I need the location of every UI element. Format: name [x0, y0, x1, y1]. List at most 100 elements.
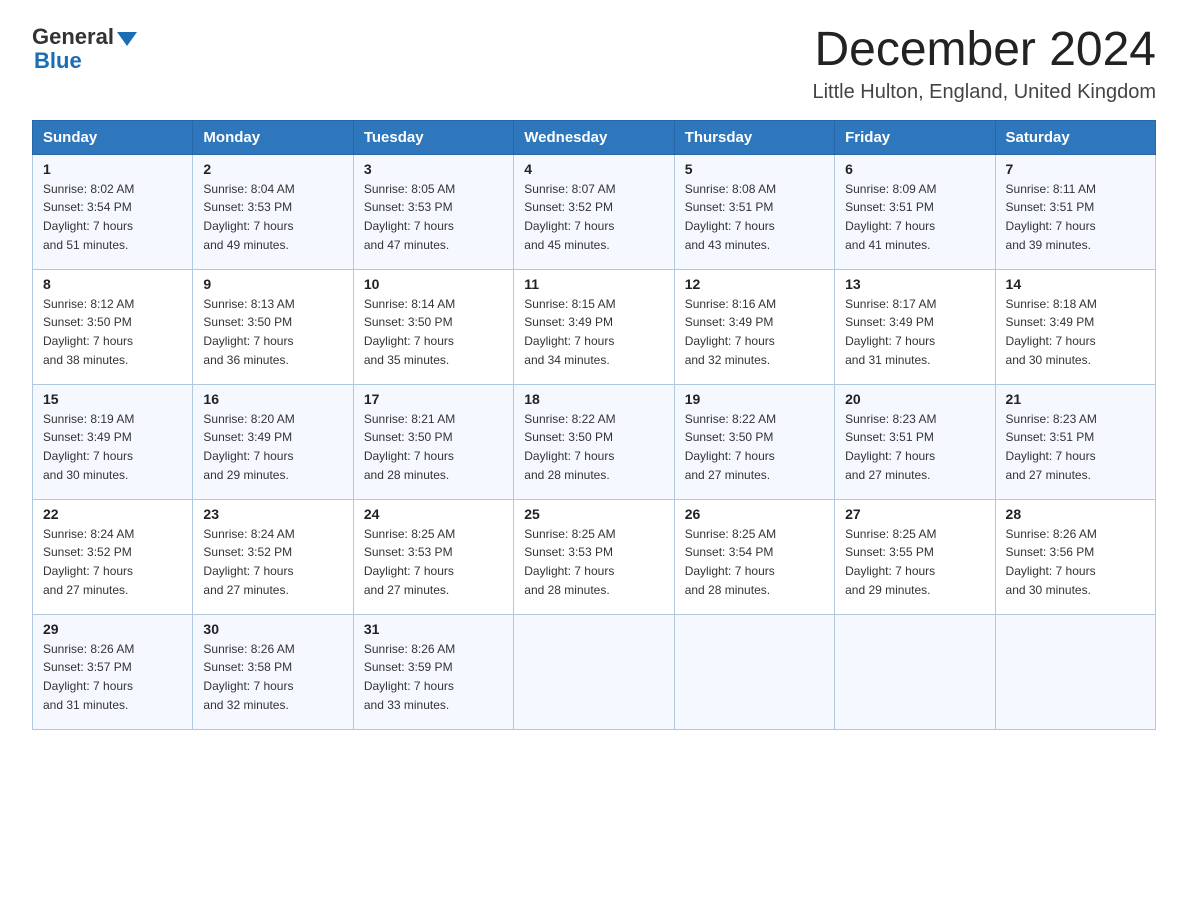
calendar-cell: 12 Sunrise: 8:16 AMSunset: 3:49 PMDaylig…	[674, 269, 834, 384]
day-info: Sunrise: 8:26 AMSunset: 3:58 PMDaylight:…	[203, 642, 294, 712]
col-saturday: Saturday	[995, 120, 1155, 154]
month-title: December 2024	[812, 24, 1156, 77]
day-info: Sunrise: 8:23 AMSunset: 3:51 PMDaylight:…	[1006, 412, 1097, 482]
calendar-cell: 26 Sunrise: 8:25 AMSunset: 3:54 PMDaylig…	[674, 499, 834, 614]
day-info: Sunrise: 8:18 AMSunset: 3:49 PMDaylight:…	[1006, 297, 1097, 367]
calendar-header: Sunday Monday Tuesday Wednesday Thursday…	[33, 120, 1156, 154]
day-number: 30	[203, 621, 342, 637]
day-info: Sunrise: 8:16 AMSunset: 3:49 PMDaylight:…	[685, 297, 776, 367]
col-monday: Monday	[193, 120, 353, 154]
day-info: Sunrise: 8:20 AMSunset: 3:49 PMDaylight:…	[203, 412, 294, 482]
day-info: Sunrise: 8:22 AMSunset: 3:50 PMDaylight:…	[524, 412, 615, 482]
calendar-cell: 20 Sunrise: 8:23 AMSunset: 3:51 PMDaylig…	[835, 384, 995, 499]
day-number: 6	[845, 161, 984, 177]
day-number: 20	[845, 391, 984, 407]
title-area: December 2024 Little Hulton, England, Un…	[812, 24, 1156, 104]
col-friday: Friday	[835, 120, 995, 154]
calendar-cell: 30 Sunrise: 8:26 AMSunset: 3:58 PMDaylig…	[193, 614, 353, 729]
calendar-cell: 1 Sunrise: 8:02 AMSunset: 3:54 PMDayligh…	[33, 154, 193, 269]
day-number: 31	[364, 621, 503, 637]
day-info: Sunrise: 8:25 AMSunset: 3:55 PMDaylight:…	[845, 527, 936, 597]
calendar-week-2: 8 Sunrise: 8:12 AMSunset: 3:50 PMDayligh…	[33, 269, 1156, 384]
calendar-cell: 11 Sunrise: 8:15 AMSunset: 3:49 PMDaylig…	[514, 269, 674, 384]
day-number: 26	[685, 506, 824, 522]
day-info: Sunrise: 8:13 AMSunset: 3:50 PMDaylight:…	[203, 297, 294, 367]
calendar-week-1: 1 Sunrise: 8:02 AMSunset: 3:54 PMDayligh…	[33, 154, 1156, 269]
day-number: 12	[685, 276, 824, 292]
day-number: 1	[43, 161, 182, 177]
day-info: Sunrise: 8:17 AMSunset: 3:49 PMDaylight:…	[845, 297, 936, 367]
day-number: 2	[203, 161, 342, 177]
day-info: Sunrise: 8:09 AMSunset: 3:51 PMDaylight:…	[845, 182, 936, 252]
day-number: 24	[364, 506, 503, 522]
calendar-cell: 22 Sunrise: 8:24 AMSunset: 3:52 PMDaylig…	[33, 499, 193, 614]
calendar-cell: 15 Sunrise: 8:19 AMSunset: 3:49 PMDaylig…	[33, 384, 193, 499]
calendar-cell: 3 Sunrise: 8:05 AMSunset: 3:53 PMDayligh…	[353, 154, 513, 269]
day-number: 18	[524, 391, 663, 407]
day-info: Sunrise: 8:08 AMSunset: 3:51 PMDaylight:…	[685, 182, 776, 252]
calendar-cell: 10 Sunrise: 8:14 AMSunset: 3:50 PMDaylig…	[353, 269, 513, 384]
calendar-body: 1 Sunrise: 8:02 AMSunset: 3:54 PMDayligh…	[33, 154, 1156, 729]
day-number: 13	[845, 276, 984, 292]
day-info: Sunrise: 8:14 AMSunset: 3:50 PMDaylight:…	[364, 297, 455, 367]
day-number: 29	[43, 621, 182, 637]
day-info: Sunrise: 8:24 AMSunset: 3:52 PMDaylight:…	[203, 527, 294, 597]
calendar-cell: 6 Sunrise: 8:09 AMSunset: 3:51 PMDayligh…	[835, 154, 995, 269]
col-tuesday: Tuesday	[353, 120, 513, 154]
day-number: 17	[364, 391, 503, 407]
day-number: 16	[203, 391, 342, 407]
day-info: Sunrise: 8:23 AMSunset: 3:51 PMDaylight:…	[845, 412, 936, 482]
col-sunday: Sunday	[33, 120, 193, 154]
calendar-cell: 18 Sunrise: 8:22 AMSunset: 3:50 PMDaylig…	[514, 384, 674, 499]
day-info: Sunrise: 8:22 AMSunset: 3:50 PMDaylight:…	[685, 412, 776, 482]
calendar-cell: 31 Sunrise: 8:26 AMSunset: 3:59 PMDaylig…	[353, 614, 513, 729]
calendar-cell: 29 Sunrise: 8:26 AMSunset: 3:57 PMDaylig…	[33, 614, 193, 729]
col-wednesday: Wednesday	[514, 120, 674, 154]
calendar-cell	[514, 614, 674, 729]
calendar-cell	[835, 614, 995, 729]
day-number: 15	[43, 391, 182, 407]
day-number: 8	[43, 276, 182, 292]
calendar-cell: 23 Sunrise: 8:24 AMSunset: 3:52 PMDaylig…	[193, 499, 353, 614]
day-number: 19	[685, 391, 824, 407]
day-number: 5	[685, 161, 824, 177]
day-info: Sunrise: 8:19 AMSunset: 3:49 PMDaylight:…	[43, 412, 134, 482]
calendar-cell: 2 Sunrise: 8:04 AMSunset: 3:53 PMDayligh…	[193, 154, 353, 269]
day-info: Sunrise: 8:26 AMSunset: 3:59 PMDaylight:…	[364, 642, 455, 712]
calendar-cell: 17 Sunrise: 8:21 AMSunset: 3:50 PMDaylig…	[353, 384, 513, 499]
day-info: Sunrise: 8:25 AMSunset: 3:53 PMDaylight:…	[364, 527, 455, 597]
calendar-cell: 25 Sunrise: 8:25 AMSunset: 3:53 PMDaylig…	[514, 499, 674, 614]
day-info: Sunrise: 8:26 AMSunset: 3:57 PMDaylight:…	[43, 642, 134, 712]
day-info: Sunrise: 8:26 AMSunset: 3:56 PMDaylight:…	[1006, 527, 1097, 597]
day-info: Sunrise: 8:02 AMSunset: 3:54 PMDaylight:…	[43, 182, 134, 252]
calendar-cell: 4 Sunrise: 8:07 AMSunset: 3:52 PMDayligh…	[514, 154, 674, 269]
day-number: 27	[845, 506, 984, 522]
day-number: 3	[364, 161, 503, 177]
calendar-cell: 5 Sunrise: 8:08 AMSunset: 3:51 PMDayligh…	[674, 154, 834, 269]
day-number: 21	[1006, 391, 1145, 407]
day-info: Sunrise: 8:04 AMSunset: 3:53 PMDaylight:…	[203, 182, 294, 252]
day-info: Sunrise: 8:05 AMSunset: 3:53 PMDaylight:…	[364, 182, 455, 252]
day-number: 22	[43, 506, 182, 522]
col-thursday: Thursday	[674, 120, 834, 154]
calendar-cell	[995, 614, 1155, 729]
calendar-cell: 21 Sunrise: 8:23 AMSunset: 3:51 PMDaylig…	[995, 384, 1155, 499]
calendar-cell: 7 Sunrise: 8:11 AMSunset: 3:51 PMDayligh…	[995, 154, 1155, 269]
day-number: 23	[203, 506, 342, 522]
calendar-cell: 16 Sunrise: 8:20 AMSunset: 3:49 PMDaylig…	[193, 384, 353, 499]
calendar-table: Sunday Monday Tuesday Wednesday Thursday…	[32, 120, 1156, 730]
day-info: Sunrise: 8:25 AMSunset: 3:54 PMDaylight:…	[685, 527, 776, 597]
calendar-cell: 27 Sunrise: 8:25 AMSunset: 3:55 PMDaylig…	[835, 499, 995, 614]
logo-triangle-icon	[117, 32, 137, 46]
calendar-cell: 24 Sunrise: 8:25 AMSunset: 3:53 PMDaylig…	[353, 499, 513, 614]
calendar-cell: 9 Sunrise: 8:13 AMSunset: 3:50 PMDayligh…	[193, 269, 353, 384]
day-number: 4	[524, 161, 663, 177]
calendar-week-3: 15 Sunrise: 8:19 AMSunset: 3:49 PMDaylig…	[33, 384, 1156, 499]
day-number: 7	[1006, 161, 1145, 177]
day-number: 10	[364, 276, 503, 292]
day-info: Sunrise: 8:11 AMSunset: 3:51 PMDaylight:…	[1006, 182, 1097, 252]
calendar-cell: 28 Sunrise: 8:26 AMSunset: 3:56 PMDaylig…	[995, 499, 1155, 614]
calendar-week-5: 29 Sunrise: 8:26 AMSunset: 3:57 PMDaylig…	[33, 614, 1156, 729]
location-title: Little Hulton, England, United Kingdom	[812, 81, 1156, 104]
day-info: Sunrise: 8:15 AMSunset: 3:49 PMDaylight:…	[524, 297, 615, 367]
